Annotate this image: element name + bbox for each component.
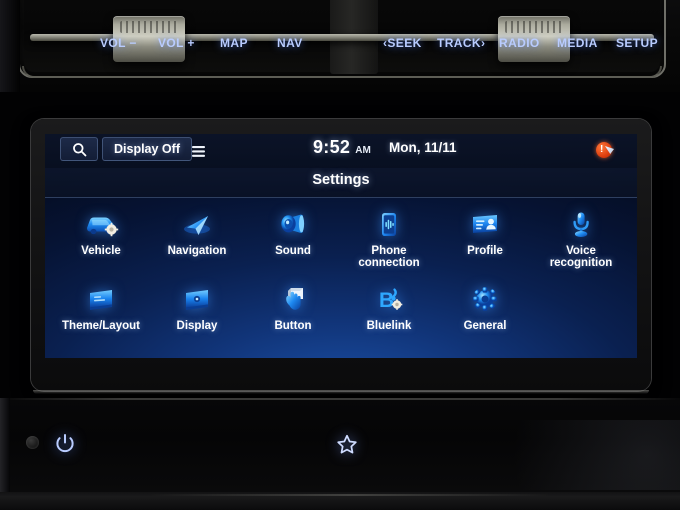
settings-tile-label: General <box>463 320 507 332</box>
hard-button-seek[interactable]: ‹SEEK <box>383 36 422 50</box>
button-press-icon <box>272 280 314 318</box>
alert-tail <box>605 146 614 154</box>
dash-left-edge <box>0 0 20 92</box>
panel-sheen <box>460 420 680 490</box>
settings-tile-label: Navigation <box>167 245 227 257</box>
settings-tile-label: Voice recognition <box>549 245 613 269</box>
hard-button-media[interactable]: MEDIA <box>557 36 598 50</box>
settings-tile-label: Vehicle <box>81 245 121 257</box>
clock-time: 9:52 <box>313 137 351 157</box>
settings-icon-grid: Vehicle Navigation Sound Phone connectio… <box>53 200 629 350</box>
settings-tile-label: Phone connection <box>358 245 420 269</box>
hard-button-vol-down[interactable]: VOL − <box>100 36 137 50</box>
vent-slider-ridges <box>505 21 563 33</box>
settings-tile-label: Button <box>274 320 312 332</box>
vent-slider-ridges <box>120 21 178 33</box>
car-settings-icon <box>80 205 122 243</box>
microphone-icon <box>560 205 602 243</box>
infotainment-screen[interactable]: 9:52 AM Mon, 11/11 ! Display Off Setting… <box>45 134 637 358</box>
settings-tile-sound[interactable]: Sound <box>245 200 341 275</box>
dimmer-knob-icon[interactable] <box>26 436 39 449</box>
display-off-button[interactable]: Display Off <box>102 137 192 161</box>
alert-glyph: ! <box>600 144 604 155</box>
settings-tile-general[interactable]: General <box>437 275 533 350</box>
head-unit-photo: 9:52 AM Mon, 11/11 ! Display Off Setting… <box>0 0 680 510</box>
settings-tile-phone-connection[interactable]: Phone connection <box>341 200 437 275</box>
settings-tile-button[interactable]: Button <box>245 275 341 350</box>
svg-text:B: B <box>379 289 394 312</box>
settings-tile-vehicle[interactable]: Vehicle <box>53 200 149 275</box>
console-bottom-trim <box>0 492 680 510</box>
clock-ampm: AM <box>355 145 371 156</box>
settings-tile-voice-recognition[interactable]: Voice recognition <box>533 200 629 275</box>
profile-card-icon <box>464 205 506 243</box>
settings-tile-label: Theme/Layout <box>62 320 140 332</box>
clock-date: Mon, 11/11 <box>389 140 457 155</box>
gear-icon <box>464 280 506 318</box>
settings-tile-label: Sound <box>275 245 311 257</box>
hard-button-track[interactable]: TRACK› <box>437 36 485 50</box>
settings-tile-label: Display <box>176 320 218 332</box>
settings-tile-label: Profile <box>467 245 503 257</box>
power-icon[interactable] <box>54 432 76 454</box>
settings-tile-theme-layout[interactable]: Theme/Layout <box>53 275 149 350</box>
page-title: Settings <box>312 172 370 188</box>
vent-bottom-trim <box>22 66 662 78</box>
bluelink-icon: B <box>368 280 410 318</box>
search-icon[interactable] <box>60 137 98 161</box>
hard-button-map[interactable]: MAP <box>220 36 248 50</box>
clock: 9:52 AM <box>313 137 371 158</box>
display-screen-icon <box>176 280 218 318</box>
phone-connection-icon <box>368 205 410 243</box>
speaker-icon <box>272 205 314 243</box>
hard-button-setup[interactable]: SETUP <box>616 36 658 50</box>
settings-tile-label: Bluelink <box>366 320 412 332</box>
settings-tile-bluelink[interactable]: B Bluelink <box>341 275 437 350</box>
theme-layout-icon <box>80 280 122 318</box>
star-favorite-icon[interactable] <box>336 433 358 455</box>
navigation-arrow-icon <box>176 205 218 243</box>
settings-tile-navigation[interactable]: Navigation <box>149 200 245 275</box>
settings-tile-profile[interactable]: Profile <box>437 200 533 275</box>
hard-button-nav[interactable]: NAV <box>277 36 303 50</box>
notification-alert-icon[interactable]: ! <box>596 142 614 158</box>
settings-tile-display[interactable]: Display <box>149 275 245 350</box>
hard-button-vol-up[interactable]: VOL + <box>158 36 195 50</box>
hard-button-radio[interactable]: RADIO <box>499 36 540 50</box>
